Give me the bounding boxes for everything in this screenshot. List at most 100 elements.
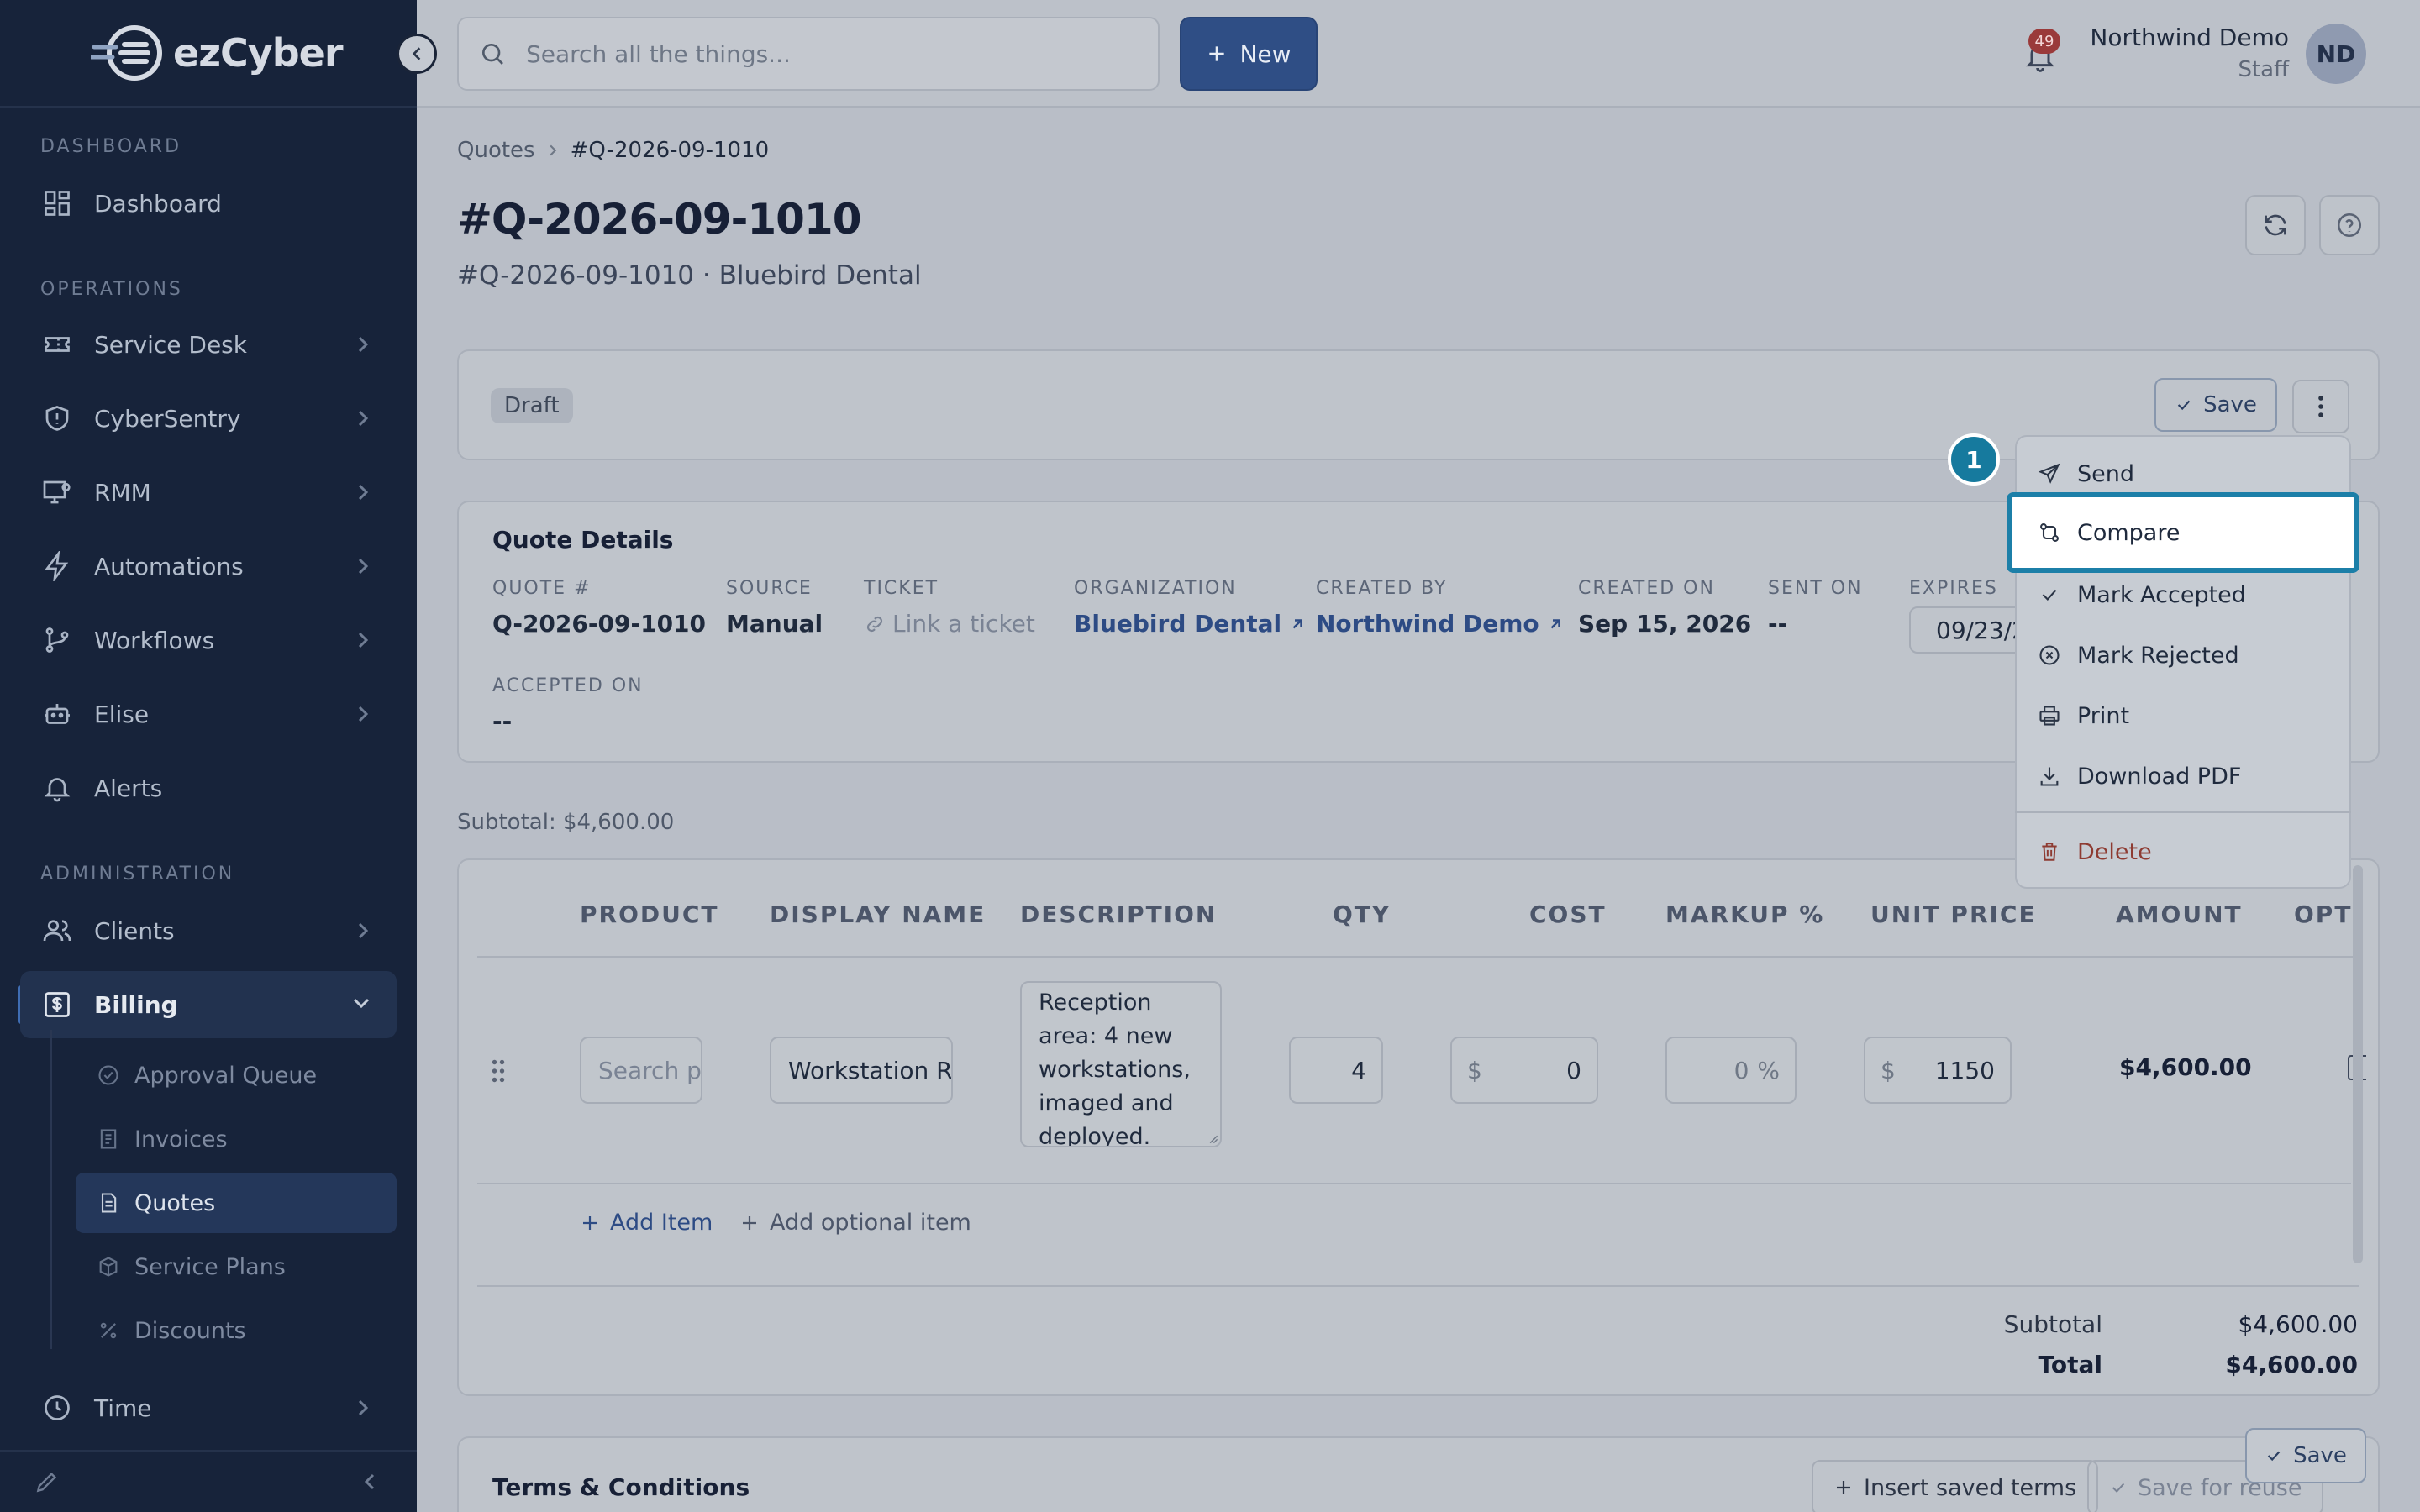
totals-divider [477, 1285, 2360, 1287]
subtotal-label: Subtotal [2003, 1310, 2102, 1338]
unit-price-value: 1150 [1934, 1056, 1995, 1084]
sidebar-item-workflows[interactable]: Workflows [20, 606, 397, 674]
menu-item-label: Print [2077, 702, 2130, 729]
created-by-link[interactable]: Northwind Demo [1316, 610, 1563, 638]
sidebar-sub-quotes[interactable]: Quotes [76, 1173, 397, 1233]
subtotal-value: $4,600.00 [2238, 1310, 2358, 1338]
sidebar-sub-service-plans[interactable]: Service Plans [76, 1236, 397, 1297]
display-name-input[interactable]: Workstation R [770, 1037, 953, 1104]
field-label-organization: ORGANIZATION [1074, 578, 1237, 599]
new-button[interactable]: New [1180, 17, 1318, 91]
monitor-gear-icon [40, 475, 74, 509]
drag-handle-icon[interactable] [491, 1058, 506, 1084]
sidebar-item-dashboard[interactable]: Dashboard [20, 170, 397, 237]
receipt-icon [96, 1126, 121, 1152]
menu-item-print[interactable]: Print [2037, 689, 2348, 743]
sidebar-item-billing[interactable]: Billing [20, 971, 397, 1038]
breadcrumb: Quotes #Q-2026-09-1010 [457, 138, 769, 163]
markup-input[interactable]: 0 % [1665, 1037, 1797, 1104]
field-label-expires: EXPIRES [1909, 578, 1998, 599]
avatar[interactable]: ND [2306, 24, 2366, 84]
page-subtitle: #Q-2026-09-1010 · Bluebird Dental [457, 260, 922, 291]
expires-date-input[interactable]: 09/23/2 [1909, 606, 2027, 654]
sidebar-section-operations: OPERATIONS [40, 279, 183, 300]
markup-value: 0 [1733, 1056, 1749, 1084]
horizontal-scroll-track[interactable] [2353, 865, 2363, 1263]
chevron-right-icon [358, 1399, 369, 1416]
menu-item-label: Compare [2077, 519, 2181, 546]
sidebar-item-rmm[interactable]: RMM [20, 459, 397, 526]
resize-handle-icon[interactable] [1207, 1132, 1218, 1144]
more-actions-button[interactable] [2292, 380, 2349, 433]
cost-input[interactable]: $ 0 [1450, 1037, 1598, 1104]
description-textarea[interactable]: Reception area: 4 new workstations, imag… [1020, 981, 1222, 1147]
grid-icon [40, 186, 74, 220]
add-optional-item-button[interactable]: Add optional item [739, 1210, 971, 1236]
collapse-left-icon[interactable] [360, 1472, 380, 1492]
terms-title: Terms & Conditions [492, 1473, 750, 1501]
menu-item-mark-rejected[interactable]: Mark Rejected [2037, 628, 2348, 682]
menu-item-delete[interactable]: Delete [2037, 825, 2348, 879]
users-icon [40, 914, 74, 948]
plus-icon [1837, 1481, 1850, 1494]
sidebar-item-clients[interactable]: Clients [20, 897, 397, 964]
notification-count-badge: 49 [2028, 29, 2060, 54]
sidebar-sub-approval-queue[interactable]: Approval Queue [76, 1045, 397, 1105]
user-name[interactable]: Northwind Demo [2090, 24, 2289, 51]
field-source: Manual [726, 610, 823, 638]
x-circle-icon [2037, 643, 2062, 668]
sidebar-sub-discounts[interactable]: Discounts [76, 1300, 397, 1361]
field-label-source: SOURCE [726, 578, 813, 599]
more-vertical-icon [2318, 396, 2323, 417]
field-label-created-on: CREATED ON [1578, 578, 1715, 599]
sidebar-item-elise[interactable]: Elise [20, 680, 397, 748]
check-icon [2267, 1451, 2281, 1462]
sidebar-collapse-button[interactable] [397, 34, 437, 74]
field-label-accepted-on: ACCEPTED ON [492, 675, 644, 696]
pencil-icon[interactable] [34, 1468, 60, 1495]
sidebar-item-label: Service Desk [94, 330, 247, 359]
sidebar-sub-label: Service Plans [134, 1253, 286, 1280]
sidebar-sub-label: Approval Queue [134, 1062, 318, 1089]
terms-save-button[interactable]: Save [2245, 1428, 2366, 1483]
percent-icon [96, 1318, 121, 1343]
insert-saved-terms-button[interactable]: Insert saved terms [1812, 1460, 2099, 1512]
sidebar-item-alerts[interactable]: Alerts [20, 754, 397, 822]
sidebar-item-service-desk[interactable]: Service Desk [20, 311, 397, 378]
sidebar-item-cybersentry[interactable]: CyberSentry [20, 385, 397, 452]
menu-item-mark-accepted[interactable]: Mark Accepted [2037, 568, 2348, 622]
brand-logo[interactable]: ezCyber [91, 24, 344, 82]
breadcrumb-quotes-link[interactable]: Quotes [457, 138, 535, 163]
printer-icon [2037, 703, 2062, 728]
field-label-sent-on: SENT ON [1768, 578, 1863, 599]
step-marker: 1 [1948, 433, 2000, 486]
sidebar-sub-label: Quotes [134, 1189, 216, 1216]
organization-link[interactable]: Bluebird Dental [1074, 610, 1305, 638]
send-icon [2037, 461, 2062, 486]
search-icon [482, 44, 503, 65]
global-search[interactable] [457, 17, 1160, 91]
check-circle-icon [96, 1063, 121, 1088]
chevron-right-icon [358, 410, 369, 427]
sidebar-item-time[interactable]: Time [20, 1374, 397, 1441]
page-title: #Q-2026-09-1010 [457, 195, 861, 244]
trash-icon [2037, 839, 2062, 864]
add-item-button[interactable]: Add Item [580, 1210, 713, 1236]
refresh-button[interactable] [2245, 195, 2306, 255]
qty-input[interactable]: 4 [1289, 1037, 1383, 1104]
menu-item-download-pdf[interactable]: Download PDF [2037, 749, 2348, 803]
link-ticket[interactable]: Link a ticket [864, 610, 1035, 638]
menu-item-compare[interactable]: Compare [2007, 492, 2360, 573]
sidebar-item-label: RMM [94, 478, 151, 507]
search-input[interactable] [526, 39, 1114, 68]
sidebar-item-label: Alerts [94, 774, 163, 802]
help-button[interactable] [2319, 195, 2380, 255]
save-button[interactable]: Save [2154, 378, 2277, 432]
sidebar-divider [0, 106, 417, 108]
unit-price-input[interactable]: $ 1150 [1864, 1037, 2012, 1104]
sidebar-sub-invoices[interactable]: Invoices [76, 1109, 397, 1169]
product-search-input[interactable]: Search p [580, 1037, 702, 1104]
col-product: PRODUCT [580, 900, 719, 928]
row-divider [477, 1183, 2351, 1184]
sidebar-item-automations[interactable]: Automations [20, 533, 397, 600]
